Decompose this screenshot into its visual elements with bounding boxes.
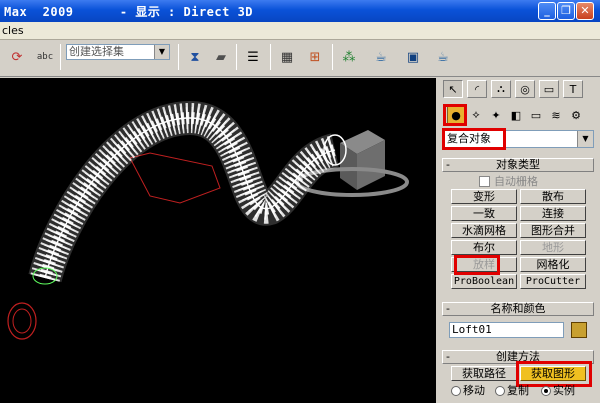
loft-button[interactable]: 放样 bbox=[451, 257, 517, 272]
systems-icon[interactable]: ⚙ bbox=[567, 106, 585, 124]
toolbar-separator bbox=[60, 44, 61, 70]
morph-button[interactable]: 变形 bbox=[451, 189, 517, 204]
helpers-icon[interactable]: ▭ bbox=[527, 106, 545, 124]
scatter-button[interactable]: 散布 bbox=[520, 189, 586, 204]
utilities-tab-icon[interactable]: T bbox=[563, 80, 583, 98]
box-object[interactable] bbox=[340, 130, 385, 190]
display-tab-icon[interactable]: ▭ bbox=[539, 80, 559, 98]
create-tab-icon[interactable]: ↖ bbox=[443, 80, 463, 98]
blobmesh-button[interactable]: 水滴网格 bbox=[451, 223, 517, 238]
loft-wireframe[interactable] bbox=[28, 100, 347, 285]
proboolean-button[interactable]: ProBoolean bbox=[451, 274, 517, 289]
rendered-frame-icon[interactable]: ▣ bbox=[402, 46, 424, 68]
selection-set-field[interactable]: 创建选择集 ▼ bbox=[66, 44, 170, 60]
creation-method-title: 创建方法 bbox=[496, 350, 540, 363]
material-editor-icon[interactable]: ⁂ bbox=[338, 46, 360, 68]
collapse-icon: - bbox=[446, 302, 450, 315]
quick-render-icon[interactable]: ☕ bbox=[432, 46, 454, 68]
autogrid-checkbox[interactable] bbox=[479, 176, 490, 187]
command-panel: ↖ ◜ ⛬ ◎ ▭ T ● ⟡ ✦ ◧ ▭ ≋ ⚙ 复合对象 ▼ - 对象类型 … bbox=[439, 78, 600, 403]
collapse-icon: - bbox=[446, 158, 450, 171]
render-setup-icon[interactable]: ☕ bbox=[370, 46, 392, 68]
move-label: 移动 bbox=[463, 384, 485, 397]
object-type-title: 对象类型 bbox=[496, 158, 540, 171]
copy-label: 复制 bbox=[507, 384, 529, 397]
maximize-button[interactable]: ❐ bbox=[557, 2, 575, 20]
toolbar-separator bbox=[332, 44, 333, 70]
schematic-view-icon[interactable]: ⊞ bbox=[304, 46, 326, 68]
loft-shape-outer[interactable] bbox=[7, 302, 37, 340]
curve-editor-icon[interactable]: ▦ bbox=[276, 46, 298, 68]
name-color-rollout-header[interactable]: - 名称和颜色 bbox=[442, 302, 594, 316]
space-warps-icon[interactable]: ≋ bbox=[547, 106, 565, 124]
layer-manager-icon[interactable]: ☰ bbox=[242, 46, 264, 68]
lights-icon[interactable]: ✦ bbox=[487, 106, 505, 124]
collapse-icon: - bbox=[446, 350, 450, 363]
chevron-down-icon[interactable]: ▼ bbox=[154, 45, 169, 59]
create-category-row: ● ⟡ ✦ ◧ ▭ ≋ ⚙ bbox=[441, 104, 598, 126]
align-icon[interactable]: ▰ bbox=[210, 46, 232, 68]
menu-item-partial[interactable]: cles bbox=[2, 24, 24, 37]
conform-button[interactable]: 一致 bbox=[451, 206, 517, 221]
get-path-button[interactable]: 获取路径 bbox=[451, 366, 517, 381]
toolbar-separator bbox=[270, 44, 271, 70]
autogrid-label: 自动栅格 bbox=[494, 175, 538, 188]
snap-icon[interactable]: ⟳ bbox=[6, 46, 28, 68]
cameras-icon[interactable]: ◧ bbox=[507, 106, 525, 124]
procutter-button[interactable]: ProCutter bbox=[520, 274, 586, 289]
modify-tab-icon[interactable]: ◜ bbox=[467, 80, 487, 98]
object-name-field[interactable]: Loft01 bbox=[449, 322, 564, 338]
shapemerge-button[interactable]: 图形合并 bbox=[520, 223, 586, 238]
mesher-button[interactable]: 网格化 bbox=[520, 257, 586, 272]
terrain-button[interactable]: 地形 bbox=[520, 240, 586, 255]
title-bar: Max 2009 - 显示 : Direct 3D _ ❐ ✕ bbox=[0, 0, 600, 22]
mirror-icon[interactable]: ⧗ bbox=[184, 46, 206, 68]
chevron-down-icon[interactable]: ▼ bbox=[577, 131, 593, 147]
toolbar-separator bbox=[236, 44, 237, 70]
copy-radio[interactable] bbox=[495, 386, 505, 396]
creation-method-rollout-header[interactable]: - 创建方法 bbox=[442, 350, 594, 364]
move-radio[interactable] bbox=[451, 386, 461, 396]
instance-label: 实例 bbox=[553, 384, 575, 397]
minimize-button[interactable]: _ bbox=[538, 2, 556, 20]
perspective-viewport[interactable] bbox=[0, 78, 436, 403]
loft-path[interactable] bbox=[129, 152, 221, 204]
name-color-title: 名称和颜色 bbox=[490, 302, 546, 315]
hierarchy-tab-icon[interactable]: ⛬ bbox=[491, 80, 511, 98]
object-type-rollout-header[interactable]: - 对象类型 bbox=[442, 158, 594, 172]
window-title: Max 2009 - 显示 : Direct 3D bbox=[4, 5, 254, 19]
abc-icon[interactable]: abc bbox=[34, 46, 56, 68]
dropdown-value: 复合对象 bbox=[447, 132, 491, 145]
instance-radio[interactable] bbox=[541, 386, 551, 396]
menu-bar: cles bbox=[0, 22, 600, 40]
motion-tab-icon[interactable]: ◎ bbox=[515, 80, 535, 98]
boolean-button[interactable]: 布尔 bbox=[451, 240, 517, 255]
geometry-icon[interactable]: ● bbox=[447, 106, 465, 124]
connect-button[interactable]: 连接 bbox=[520, 206, 586, 221]
command-panel-tabs: ↖ ◜ ⛬ ◎ ▭ T bbox=[441, 78, 598, 100]
object-color-swatch[interactable] bbox=[571, 322, 587, 338]
toolbar-separator bbox=[178, 44, 179, 70]
selection-set-placeholder: 创建选择集 bbox=[69, 45, 124, 58]
close-button[interactable]: ✕ bbox=[576, 2, 594, 20]
viewport-scene bbox=[7, 100, 409, 340]
shapes-icon[interactable]: ⟡ bbox=[467, 106, 485, 124]
get-shape-button[interactable]: 获取图形 bbox=[520, 366, 586, 381]
loft-shape-inner bbox=[12, 308, 32, 334]
object-category-dropdown[interactable]: 复合对象 ▼ bbox=[442, 130, 594, 148]
